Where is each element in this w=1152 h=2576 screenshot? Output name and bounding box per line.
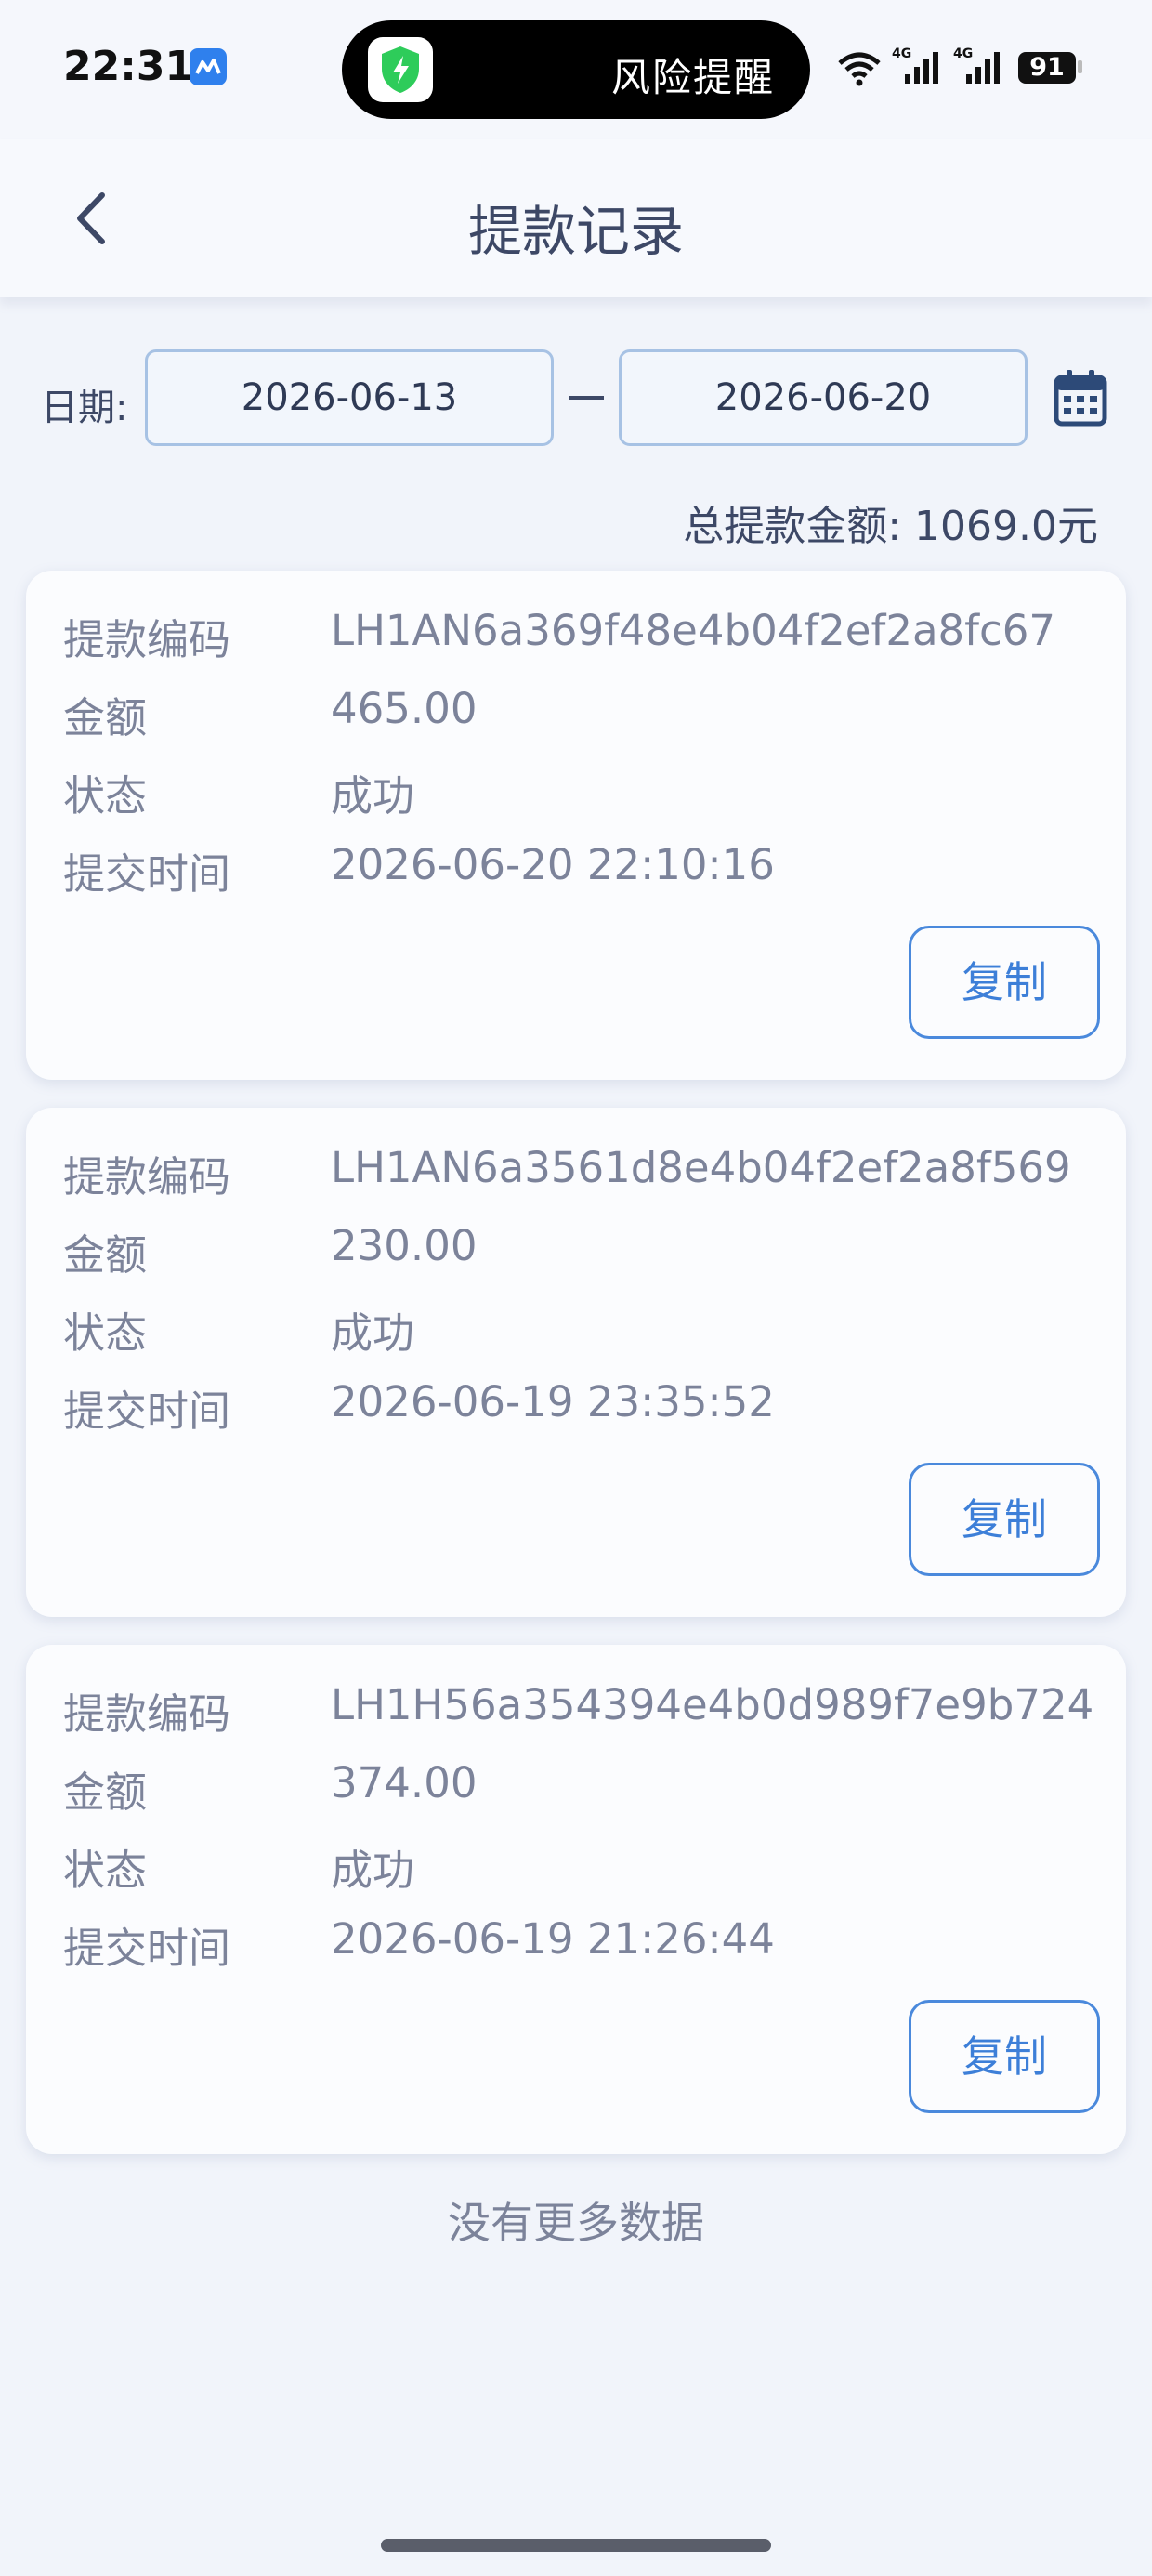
record-time-value: 2026-06-20 22:10:16 (331, 840, 775, 889)
record-status-value: 成功 (331, 1846, 415, 1895)
record-status-label: 状态 (63, 1308, 148, 1358)
date-range-separator (569, 396, 604, 400)
record-amount-label: 金额 (63, 1230, 148, 1280)
network-4g-label-1: 4G (892, 46, 911, 61)
battery-icon: 91 (1018, 52, 1076, 84)
record-time-label: 提交时间 (63, 849, 231, 899)
calendar-icon[interactable] (1054, 368, 1107, 427)
record-time-value: 2026-06-19 23:35:52 (331, 1377, 775, 1426)
record-status-label: 状态 (63, 771, 148, 821)
record-code-value: LH1H56a354394e4b0d989f7e9b724 (331, 1680, 1094, 1729)
wifi-icon (838, 52, 881, 86)
status-time: 22:31 (63, 43, 194, 90)
record-status-label: 状态 (63, 1846, 148, 1895)
status-bar: 22:31 风险提醒 4G 4G 91 (0, 0, 1152, 139)
record-status-value: 成功 (331, 771, 415, 821)
signal-icon: 4G (953, 46, 1000, 84)
date-label: 日期: (41, 387, 128, 429)
record-time-label: 提交时间 (63, 1387, 231, 1436)
battery-tip (1078, 60, 1082, 73)
start-date-field[interactable]: 2026-06-13 (145, 349, 554, 446)
record-amount-value: 374.00 (331, 1758, 478, 1807)
record-card: 提款编码 LH1AN6a369f48e4b04f2ef2a8fc67 金额 46… (26, 571, 1126, 1080)
dynamic-island[interactable]: 风险提醒 (342, 20, 810, 119)
no-more-data-text: 没有更多数据 (448, 2198, 704, 2248)
record-time-value: 2026-06-19 21:26:44 (331, 1914, 775, 1964)
page-title: 提款记录 (467, 200, 684, 263)
record-amount-label: 金额 (63, 693, 148, 743)
record-code-label: 提款编码 (63, 615, 231, 664)
nav-header: 提款记录 (0, 139, 1152, 297)
record-code-value: LH1AN6a369f48e4b04f2ef2a8fc67 (331, 606, 1056, 655)
total-amount: 总提款金额: 1069.0元 (683, 503, 1098, 550)
home-indicator[interactable] (381, 2539, 771, 2552)
record-amount-value: 465.00 (331, 684, 478, 733)
green-shield-icon (368, 37, 433, 102)
end-date-field[interactable]: 2026-06-20 (619, 349, 1028, 446)
record-status-value: 成功 (331, 1308, 415, 1358)
copy-button[interactable]: 复制 (909, 1463, 1100, 1576)
copy-button[interactable]: 复制 (909, 2000, 1100, 2113)
record-amount-value: 230.00 (331, 1221, 478, 1270)
record-code-label: 提款编码 (63, 1689, 231, 1739)
withdrawal-records-screen: 22:31 风险提醒 4G 4G 91 提款记录 日期: 2026-06-13 … (0, 0, 1152, 2576)
network-4g-label-2: 4G (953, 46, 973, 61)
risk-alert-text: 风险提醒 (610, 55, 775, 100)
signal-icon: 4G (892, 46, 938, 84)
blue-app-icon (190, 48, 227, 85)
record-code-value: LH1AN6a3561d8e4b04f2ef2a8f569 (331, 1143, 1071, 1192)
record-card: 提款编码 LH1AN6a3561d8e4b04f2ef2a8f569 金额 23… (26, 1108, 1126, 1617)
record-time-label: 提交时间 (63, 1924, 231, 1973)
record-card: 提款编码 LH1H56a354394e4b0d989f7e9b724 金额 37… (26, 1645, 1126, 2154)
record-amount-label: 金额 (63, 1768, 148, 1817)
copy-button[interactable]: 复制 (909, 926, 1100, 1039)
system-status-icons: 4G 4G 91 (836, 45, 1096, 91)
record-code-label: 提款编码 (63, 1152, 231, 1202)
